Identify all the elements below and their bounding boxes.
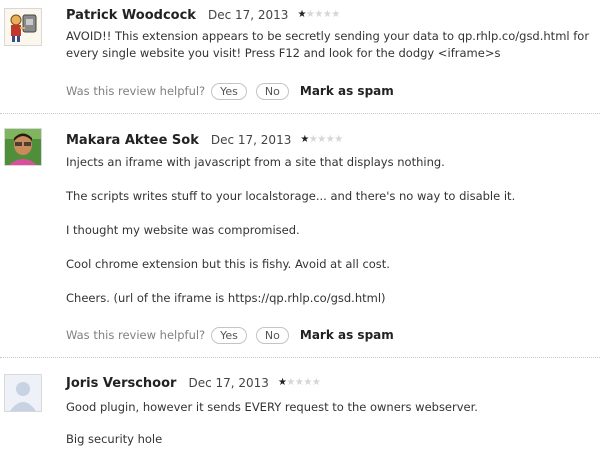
star-rating: ★★★★★ [300, 134, 343, 145]
review-text-line: Good plugin, however it sends EVERY requ… [66, 400, 478, 414]
star-empty-icon: ★ [303, 377, 312, 388]
star-filled-icon: ★ [300, 134, 309, 145]
review-text-line: Injects an iframe with javascript from a… [66, 155, 445, 169]
helpful-question: Was this review helpful? [66, 328, 206, 342]
helpful-yes-button[interactable]: Yes [211, 326, 247, 344]
review-text-line: every single website you visit! Press F1… [66, 46, 501, 60]
star-filled-icon: ★ [297, 9, 306, 20]
review-item: Joris Verschoor Dec 17, 2013 ★★★★★ Good … [0, 358, 600, 449]
star-empty-icon: ★ [286, 377, 295, 388]
cartoon-robot-avatar-icon [5, 9, 41, 45]
avatar[interactable] [4, 374, 42, 412]
review-date: Dec 17, 2013 [188, 376, 269, 390]
star-empty-icon: ★ [311, 377, 321, 388]
star-empty-icon: ★ [334, 134, 343, 145]
helpful-no-button[interactable]: No [255, 326, 289, 344]
star-rating: ★★★★★ [278, 377, 321, 388]
review-date: Dec 17, 2013 [210, 133, 292, 147]
star-empty-icon: ★ [317, 134, 326, 145]
star-empty-icon: ★ [314, 9, 323, 20]
helpful-question: Was this review helpful? [66, 84, 206, 98]
avatar[interactable] [4, 8, 42, 46]
review-item: Makara Aktee Sok Dec 17, 2013 ★★★★★ Inje… [0, 114, 600, 354]
star-empty-icon: ★ [325, 134, 335, 145]
review-text-line: The scripts writes stuff to your localst… [66, 189, 516, 203]
avatar[interactable] [4, 128, 42, 166]
review-header: Makara Aktee Sok Dec 17, 2013 ★★★★★ [66, 131, 343, 149]
star-rating: ★★★★★ [297, 9, 340, 20]
helpful-no-button[interactable]: No [255, 82, 289, 100]
review-date: Dec 17, 2013 [207, 8, 289, 22]
review-author[interactable]: Joris Verschoor [66, 376, 176, 391]
reviews-list: Patrick Woodcock Dec 17, 2013 ★★★★★ AVOI… [0, 0, 600, 449]
star-empty-icon: ★ [331, 9, 340, 20]
helpful-yes-button[interactable]: Yes [211, 82, 247, 100]
review-author[interactable]: Patrick Woodcock [66, 8, 196, 23]
mark-as-spam-link[interactable]: Mark as spam [300, 84, 394, 98]
mark-as-spam-link[interactable]: Mark as spam [300, 328, 394, 342]
review-text-line: AVOID!! This extension appears to be sec… [66, 29, 590, 43]
default-user-silhouette-icon [5, 375, 41, 411]
review-text-line: Cool chrome extension but this is fishy.… [66, 257, 390, 271]
review-header: Joris Verschoor Dec 17, 2013 ★★★★★ [66, 374, 321, 392]
review-author[interactable]: Makara Aktee Sok [66, 133, 199, 148]
person-photo-avatar-icon [5, 129, 41, 165]
review-text-line: Cheers. (url of the iframe is https://qp… [66, 291, 386, 305]
review-text-line: I thought my website was compromised. [66, 223, 300, 237]
review-item: Patrick Woodcock Dec 17, 2013 ★★★★★ AVOI… [0, 0, 600, 108]
review-header: Patrick Woodcock Dec 17, 2013 ★★★★★ [66, 6, 340, 24]
review-text-line: Big security hole [66, 432, 163, 446]
star-empty-icon: ★ [308, 134, 318, 145]
helpful-row: Was this review helpful? Yes No Mark as … [66, 81, 394, 101]
helpful-row: Was this review helpful? Yes No Mark as … [66, 325, 394, 345]
